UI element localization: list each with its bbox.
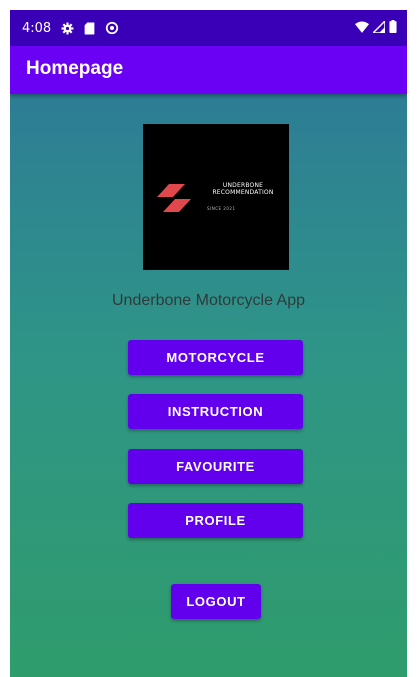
app-logo: UNDERBONE RECOMMENDATION SINCE 2021 xyxy=(143,124,289,270)
logo-since: SINCE 2021 xyxy=(207,206,236,211)
status-right-icons xyxy=(355,10,397,46)
settings-gear-icon xyxy=(61,22,74,35)
cellular-signal-icon xyxy=(371,19,386,36)
instruction-button[interactable]: INSTRUCTION xyxy=(128,394,303,429)
main-content: UNDERBONE RECOMMENDATION SINCE 2021 Unde… xyxy=(10,94,407,677)
logout-button[interactable]: LOGOUT xyxy=(171,584,261,619)
battery-icon xyxy=(389,20,397,36)
screen: 4:08 Homepage UNDERBONE RECOMMENDATION S… xyxy=(10,10,407,677)
device-frame: 4:08 Homepage UNDERBONE RECOMMENDATION S… xyxy=(10,10,407,677)
status-bar: 4:08 xyxy=(10,10,407,46)
favourite-button[interactable]: FAVOURITE xyxy=(128,449,303,484)
logo-mark-icon xyxy=(157,184,191,212)
logo-line1: UNDERBONE xyxy=(222,182,264,189)
profile-button[interactable]: PROFILE xyxy=(128,503,303,538)
app-bar: Homepage xyxy=(10,46,407,94)
logo-text: UNDERBONE RECOMMENDATION xyxy=(203,182,283,196)
data-saver-icon xyxy=(105,21,119,35)
status-time: 4:08 xyxy=(22,20,52,36)
wifi-icon xyxy=(355,20,369,36)
app-name: Underbone Motorcycle App xyxy=(112,292,305,309)
motorcycle-button[interactable]: MOTORCYCLE xyxy=(128,340,303,375)
logo-line2: RECOMMENDATION xyxy=(212,189,274,196)
page-title: Homepage xyxy=(26,58,124,79)
sd-card-icon xyxy=(84,22,95,35)
